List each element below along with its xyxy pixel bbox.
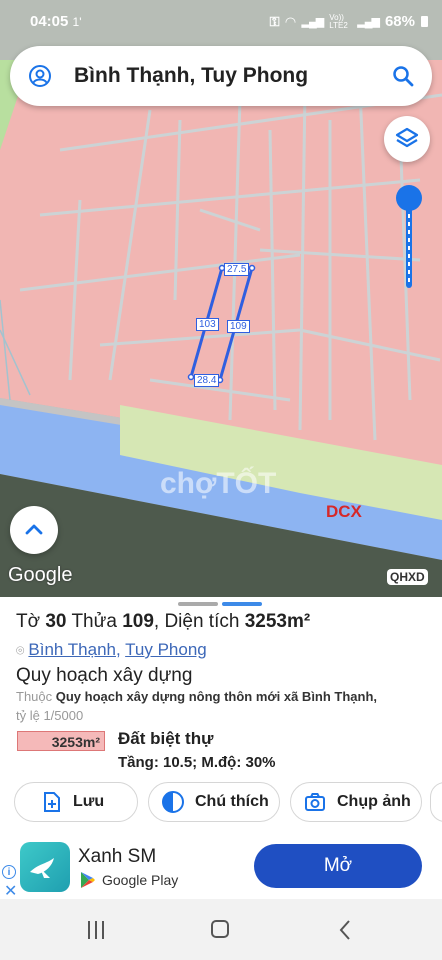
save-button[interactable]: Lưu: [14, 782, 138, 822]
signal2-icon: ▂▄▆: [357, 16, 380, 28]
zone-label: DCX: [326, 502, 362, 521]
status-icons: ⚿ ◠ ▂▄▆ Vo)) LTE2 ▂▄▆ 68%: [270, 13, 428, 30]
search-title[interactable]: Bình Thạnh, Tuy Phong: [74, 64, 308, 88]
battery-percent: 68%: [384, 13, 415, 30]
collapse-button[interactable]: [10, 506, 58, 554]
wifi-icon: ◠: [285, 13, 296, 29]
search-icon[interactable]: [392, 65, 414, 87]
edge-label-bottom: 28.4: [194, 374, 220, 387]
chevron-up-icon: [25, 524, 43, 535]
signal-icon: ▂▄▆: [301, 16, 325, 28]
google-logo: Google: [8, 564, 73, 586]
edge-label-top: 27.5: [224, 263, 250, 276]
bird-icon: [30, 858, 54, 878]
capture-button[interactable]: Chụp ảnh: [290, 782, 422, 822]
panel-handle[interactable]: [178, 602, 218, 606]
back-icon[interactable]: [338, 919, 352, 941]
search-bar[interactable]: Bình Thạnh, Tuy Phong: [10, 46, 432, 106]
network-label: Vo)) LTE2: [329, 12, 348, 30]
layers-icon: [395, 127, 419, 148]
status-time: 04:05 1': [30, 13, 82, 30]
district-link[interactable]: Tuy Phong: [125, 640, 207, 659]
opacity-slider-thumb[interactable]: [396, 185, 422, 211]
commune-link[interactable]: Bình Thạnh: [28, 640, 116, 659]
account-icon[interactable]: [28, 64, 52, 88]
ad-info-icon[interactable]: i: [2, 865, 16, 879]
floors-density: Tầng: 10.5; M.độ: 30%: [118, 754, 276, 771]
parcel-info-panel: Tờ 30 Thửa 109, Diện tích 3253m² ⌾ Bình T…: [0, 597, 442, 837]
panel-handle-active[interactable]: [222, 602, 262, 606]
location-pin-icon: ⌾: [16, 642, 25, 658]
recent-apps-icon[interactable]: [88, 921, 104, 939]
more-button[interactable]: [430, 782, 442, 822]
parcel-location: ⌾ Bình Thạnh, Tuy Phong: [16, 640, 207, 659]
land-type: Đất biệt thự: [118, 729, 214, 748]
xanh-sm-logo: [20, 842, 70, 892]
key-icon: ⚿: [269, 13, 280, 29]
section-title: Quy hoạch xây dựng: [16, 665, 193, 686]
battery-icon: [421, 16, 428, 27]
plan-name: Quy hoạch xây dựng nông thôn mới xã Bình…: [55, 689, 378, 704]
watermark-text: chợTỐT: [160, 466, 276, 500]
home-icon[interactable]: [211, 920, 229, 938]
status-bar: 04:05 1' ⚿ ◠ ▂▄▆ Vo)) LTE2 ▂▄▆ 68%: [0, 0, 442, 44]
system-nav-bar: [0, 899, 442, 960]
ad-close-icon[interactable]: ✕: [4, 881, 17, 901]
layers-button[interactable]: [384, 116, 430, 162]
contrast-icon: [162, 791, 184, 813]
edge-label-left: 103: [196, 318, 219, 331]
parcel-summary: Tờ 30 Thửa 109, Diện tích 3253m²: [16, 611, 311, 632]
save-doc-icon: [44, 792, 60, 812]
google-play-icon: [81, 872, 95, 888]
edge-label-right: 109: [227, 320, 250, 333]
plan-description: Thuộc Quy hoạch xây dựng nông thôn mới x…: [16, 689, 378, 723]
open-button[interactable]: Mở: [254, 844, 422, 888]
ad-store: Google Play: [80, 871, 178, 889]
qhxd-label[interactable]: QHXD: [387, 569, 428, 585]
ad-app-name: Xanh SM: [78, 846, 157, 867]
ad-banner[interactable]: i ✕ Xanh SM Google Play Mở: [0, 837, 442, 901]
camera-icon: [305, 793, 325, 811]
legend-button[interactable]: Chú thích: [148, 782, 280, 822]
area-badge: 3253m²: [17, 731, 105, 751]
